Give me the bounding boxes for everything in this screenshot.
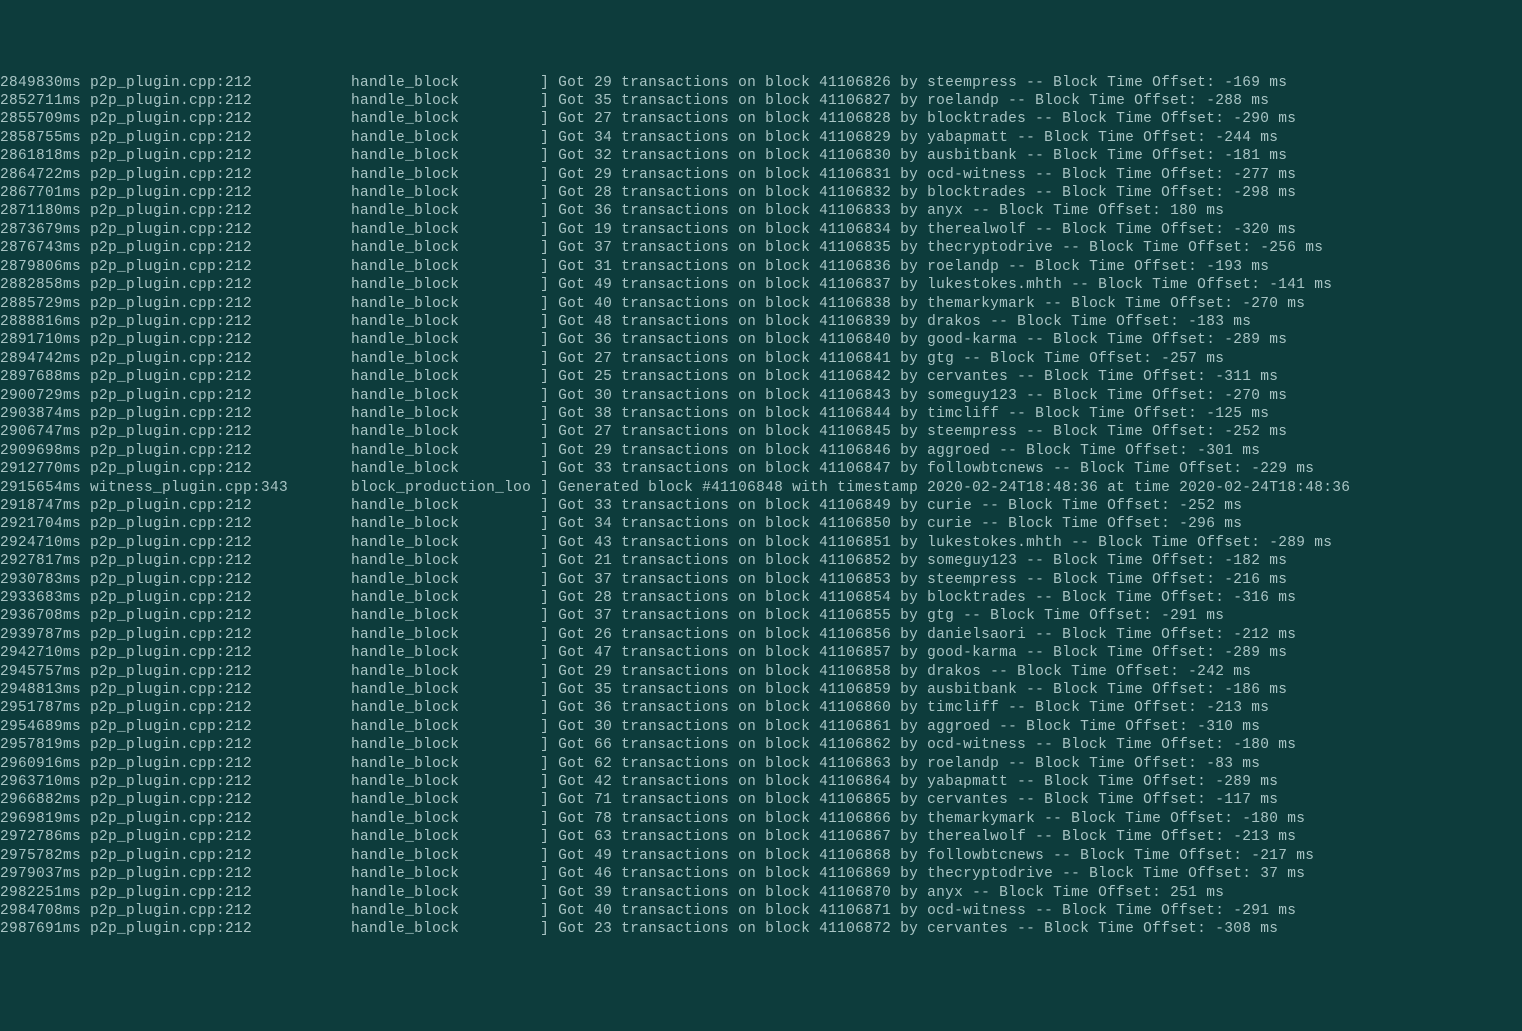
log-line: 2933683ms p2p_plugin.cpp:212 handle_bloc… [0,589,1522,607]
log-line: 2972786ms p2p_plugin.cpp:212 handle_bloc… [0,828,1522,846]
log-line: 2954689ms p2p_plugin.cpp:212 handle_bloc… [0,718,1522,736]
log-line: 2888816ms p2p_plugin.cpp:212 handle_bloc… [0,313,1522,331]
log-line: 2979037ms p2p_plugin.cpp:212 handle_bloc… [0,865,1522,883]
log-line: 2891710ms p2p_plugin.cpp:212 handle_bloc… [0,331,1522,349]
log-line: 2918747ms p2p_plugin.cpp:212 handle_bloc… [0,497,1522,515]
log-line: 2876743ms p2p_plugin.cpp:212 handle_bloc… [0,239,1522,257]
log-line: 2882858ms p2p_plugin.cpp:212 handle_bloc… [0,276,1522,294]
log-line: 2867701ms p2p_plugin.cpp:212 handle_bloc… [0,184,1522,202]
log-line: 2927817ms p2p_plugin.cpp:212 handle_bloc… [0,552,1522,570]
log-line: 2915654ms witness_plugin.cpp:343 block_p… [0,479,1522,497]
terminal-output[interactable]: 2849830ms p2p_plugin.cpp:212 handle_bloc… [0,74,1522,939]
log-line: 2864722ms p2p_plugin.cpp:212 handle_bloc… [0,166,1522,184]
log-line: 2858755ms p2p_plugin.cpp:212 handle_bloc… [0,129,1522,147]
log-line: 2960916ms p2p_plugin.cpp:212 handle_bloc… [0,755,1522,773]
log-line: 2957819ms p2p_plugin.cpp:212 handle_bloc… [0,736,1522,754]
log-line: 2873679ms p2p_plugin.cpp:212 handle_bloc… [0,221,1522,239]
log-line: 2942710ms p2p_plugin.cpp:212 handle_bloc… [0,644,1522,662]
log-line: 2975782ms p2p_plugin.cpp:212 handle_bloc… [0,847,1522,865]
log-line: 2969819ms p2p_plugin.cpp:212 handle_bloc… [0,810,1522,828]
log-line: 2951787ms p2p_plugin.cpp:212 handle_bloc… [0,699,1522,717]
log-line: 2852711ms p2p_plugin.cpp:212 handle_bloc… [0,92,1522,110]
log-line: 2963710ms p2p_plugin.cpp:212 handle_bloc… [0,773,1522,791]
log-line: 2900729ms p2p_plugin.cpp:212 handle_bloc… [0,387,1522,405]
log-line: 2930783ms p2p_plugin.cpp:212 handle_bloc… [0,571,1522,589]
log-line: 2906747ms p2p_plugin.cpp:212 handle_bloc… [0,423,1522,441]
log-line: 2948813ms p2p_plugin.cpp:212 handle_bloc… [0,681,1522,699]
log-line: 2939787ms p2p_plugin.cpp:212 handle_bloc… [0,626,1522,644]
log-line: 2861818ms p2p_plugin.cpp:212 handle_bloc… [0,147,1522,165]
log-line: 2871180ms p2p_plugin.cpp:212 handle_bloc… [0,202,1522,220]
log-line: 2903874ms p2p_plugin.cpp:212 handle_bloc… [0,405,1522,423]
log-line: 2936708ms p2p_plugin.cpp:212 handle_bloc… [0,607,1522,625]
log-line: 2984708ms p2p_plugin.cpp:212 handle_bloc… [0,902,1522,920]
log-line: 2855709ms p2p_plugin.cpp:212 handle_bloc… [0,110,1522,128]
log-line: 2987691ms p2p_plugin.cpp:212 handle_bloc… [0,920,1522,938]
log-line: 2885729ms p2p_plugin.cpp:212 handle_bloc… [0,295,1522,313]
log-line: 2897688ms p2p_plugin.cpp:212 handle_bloc… [0,368,1522,386]
log-line: 2894742ms p2p_plugin.cpp:212 handle_bloc… [0,350,1522,368]
log-line: 2982251ms p2p_plugin.cpp:212 handle_bloc… [0,884,1522,902]
log-line: 2909698ms p2p_plugin.cpp:212 handle_bloc… [0,442,1522,460]
log-line: 2966882ms p2p_plugin.cpp:212 handle_bloc… [0,791,1522,809]
log-line: 2945757ms p2p_plugin.cpp:212 handle_bloc… [0,663,1522,681]
log-line: 2924710ms p2p_plugin.cpp:212 handle_bloc… [0,534,1522,552]
log-line: 2879806ms p2p_plugin.cpp:212 handle_bloc… [0,258,1522,276]
log-line: 2921704ms p2p_plugin.cpp:212 handle_bloc… [0,515,1522,533]
log-line: 2912770ms p2p_plugin.cpp:212 handle_bloc… [0,460,1522,478]
log-line: 2849830ms p2p_plugin.cpp:212 handle_bloc… [0,74,1522,92]
